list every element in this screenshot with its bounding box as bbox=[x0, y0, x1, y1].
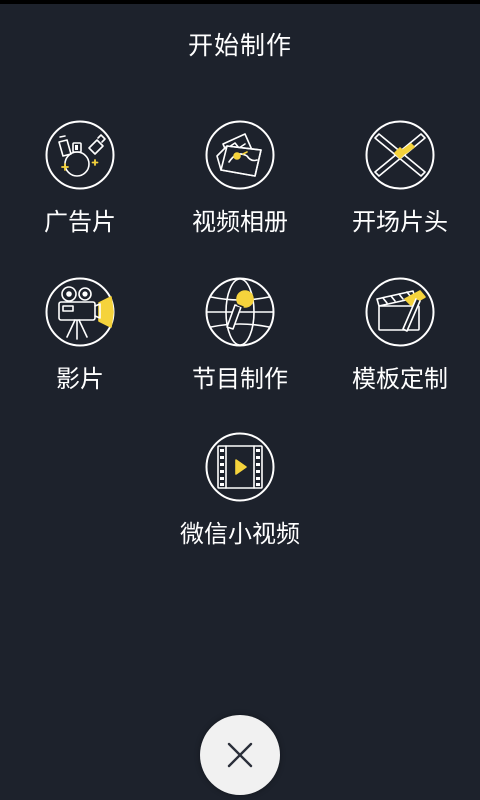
create-program-item[interactable]: 节目制作 bbox=[160, 277, 320, 407]
microphone-globe-icon bbox=[205, 277, 275, 347]
item-label: 影片 bbox=[56, 365, 104, 393]
item-label: 微信小视频 bbox=[180, 520, 300, 548]
create-template-item[interactable]: 模板定制 bbox=[320, 277, 480, 407]
crossed-sticks-icon bbox=[365, 120, 435, 190]
create-video-album-item[interactable]: 视频相册 bbox=[160, 120, 320, 250]
photo-album-icon bbox=[205, 120, 275, 190]
item-label: 开场片头 bbox=[352, 208, 448, 236]
create-ad-item[interactable]: 广告片 bbox=[0, 120, 160, 250]
status-strip bbox=[0, 0, 480, 4]
create-movie-item[interactable]: 影片 bbox=[0, 277, 160, 407]
item-label: 视频相册 bbox=[192, 208, 288, 236]
close-icon bbox=[227, 742, 253, 768]
item-label: 模板定制 bbox=[352, 365, 448, 393]
close-button[interactable] bbox=[200, 715, 280, 795]
page-title: 开始制作 bbox=[187, 31, 292, 60]
item-label: 广告片 bbox=[44, 208, 116, 236]
item-label: 节目制作 bbox=[192, 365, 288, 393]
create-wechat-video-item[interactable]: 微信小视频 bbox=[160, 432, 320, 562]
perfume-bottles-icon bbox=[45, 120, 115, 190]
clapperboard-hammer-icon bbox=[365, 277, 435, 347]
create-intro-item[interactable]: 开场片头 bbox=[320, 120, 480, 250]
film-strip-play-icon bbox=[205, 432, 275, 502]
film-camera-icon bbox=[45, 277, 115, 347]
